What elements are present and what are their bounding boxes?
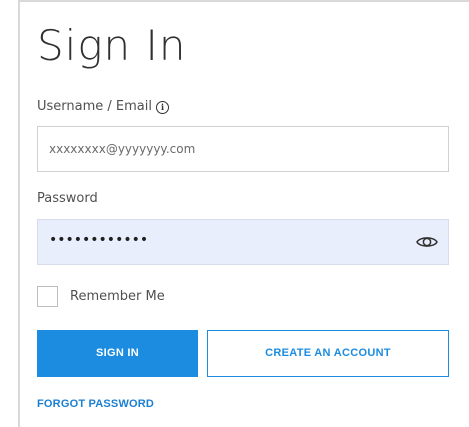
panel-left-border xyxy=(18,0,20,427)
eye-icon[interactable] xyxy=(416,233,438,251)
forgot-password-link[interactable]: FORGOT PASSWORD xyxy=(37,397,154,411)
password-field[interactable]: •••••••••••• xyxy=(37,219,449,265)
password-value[interactable]: •••••••••••• xyxy=(49,232,148,248)
username-label-text: Username / Email xyxy=(37,99,152,114)
username-field[interactable]: xxxxxxxx@yyyyyyy.com xyxy=(37,126,449,172)
sign-in-button[interactable]: SIGN IN xyxy=(37,330,198,377)
username-value[interactable]: xxxxxxxx@yyyyyyy.com xyxy=(49,141,195,157)
username-label: Username / Email i xyxy=(37,99,169,115)
password-label: Password xyxy=(37,191,98,206)
panel-top-border xyxy=(20,0,469,2)
info-circle-icon[interactable]: i xyxy=(155,101,169,114)
page-title: Sign In xyxy=(37,21,187,70)
remember-me-label[interactable]: Remember Me xyxy=(70,289,165,305)
create-account-button[interactable]: CREATE AN ACCOUNT xyxy=(207,330,449,377)
remember-me-checkbox[interactable] xyxy=(37,286,58,307)
